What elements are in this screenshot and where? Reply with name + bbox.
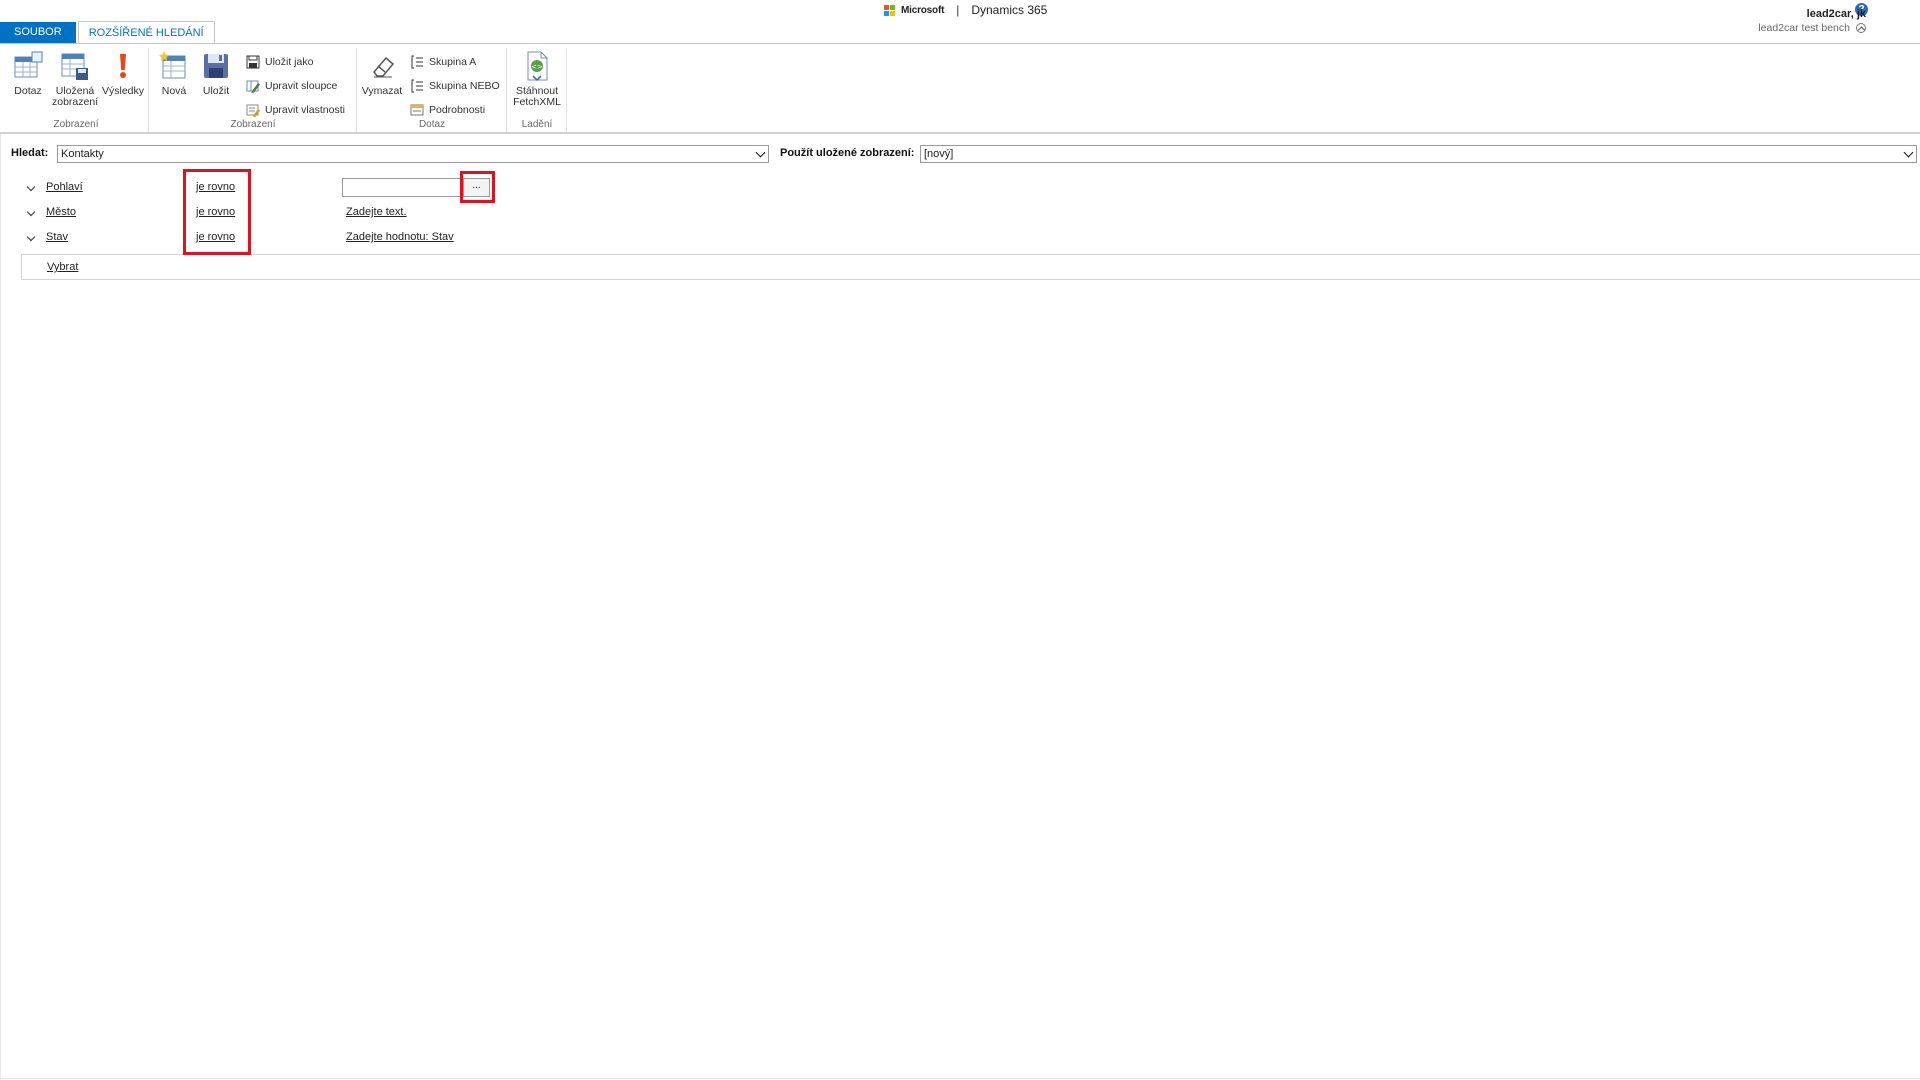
- group-ladeni: <> Stáhnout FetchXML Ladění: [508, 48, 567, 132]
- exclamation-icon: [107, 50, 139, 82]
- clear-button[interactable]: Vymazat: [360, 50, 404, 97]
- group-or-button[interactable]: Skupina NEBO: [410, 78, 500, 94]
- microsoft-logo-icon: [884, 4, 895, 16]
- save-as-label: Uložit jako: [265, 56, 314, 68]
- new-button[interactable]: Nová: [154, 50, 194, 97]
- tab-file[interactable]: SOUBOR: [0, 22, 76, 43]
- criteria-field[interactable]: Stav: [46, 231, 68, 243]
- brand-product: Dynamics 365: [971, 3, 1048, 17]
- edit-properties-icon: [246, 103, 260, 118]
- user-name[interactable]: lead2car, jk: [1758, 8, 1866, 20]
- chevron-down-icon[interactable]: [26, 182, 36, 192]
- group-or-icon: [410, 79, 424, 93]
- criteria-value[interactable]: Zadejte text.: [346, 206, 407, 218]
- saved-views-label-2: zobrazení: [52, 96, 99, 108]
- save-button[interactable]: Uložit: [196, 50, 236, 97]
- top-header: Microsoft | Dynamics 365 ? lead2car, jk …: [0, 0, 1920, 44]
- eraser-icon: [366, 50, 398, 82]
- edit-columns-icon: [246, 79, 260, 93]
- group-or-label: Skupina NEBO: [429, 80, 500, 92]
- criteria-row: Pohlaví je rovno ...: [0, 178, 1920, 197]
- group-zobrazeni-1: Dotaz Uložená zobrazení Výsledky Zobraze…: [4, 48, 149, 132]
- query-label: Dotaz: [14, 85, 42, 97]
- group-dotaz: Vymazat Skupina A Skupina NEBO Podrobnos…: [358, 48, 507, 132]
- org-name[interactable]: lead2car test bench: [1758, 22, 1850, 34]
- chevron-down-icon: [1903, 147, 1914, 158]
- ribbon-divider: [0, 132, 1920, 134]
- fetchxml-icon: <>: [521, 50, 553, 82]
- bottom-border: [0, 1078, 1920, 1079]
- collapse-icon[interactable]: [1856, 23, 1866, 33]
- group-and-icon: [410, 55, 424, 69]
- saved-views-icon: [59, 50, 91, 82]
- edit-columns-label: Upravit sloupce: [265, 80, 338, 92]
- details-button[interactable]: Podrobnosti: [410, 102, 485, 118]
- criteria-row: Město je rovno Zadejte text.: [0, 206, 1920, 222]
- details-icon: [410, 103, 424, 117]
- tab-advanced-find[interactable]: ROZŠÍŘENÉ HLEDÁNÍ: [77, 21, 215, 44]
- save-as-button[interactable]: Uložit jako: [246, 54, 313, 70]
- new-view-icon: [158, 50, 190, 82]
- group-and-label: Skupina A: [429, 56, 477, 68]
- criteria-row: Stav je rovno Zadejte hodnotu: Stav: [0, 231, 1920, 247]
- select-row: Vybrat: [21, 254, 1920, 280]
- entity-select-value: Kontakty: [61, 148, 104, 160]
- clear-label: Vymazat: [361, 85, 403, 97]
- criteria-value[interactable]: Zadejte hodnotu: Stav: [346, 231, 454, 243]
- group-label-zobrazeni-1: Zobrazení: [53, 119, 99, 130]
- query-button[interactable]: Dotaz: [6, 50, 50, 97]
- saved-view-select-value: [nový]: [924, 148, 954, 160]
- download-fetchxml-button[interactable]: <> Stáhnout FetchXML: [511, 50, 563, 108]
- highlight-operators: [183, 169, 251, 255]
- edit-properties-button[interactable]: Upravit vlastnosti: [246, 102, 345, 118]
- group-and-button[interactable]: Skupina A: [410, 54, 476, 70]
- brand: Microsoft | Dynamics 365: [884, 3, 1047, 17]
- saved-views-button[interactable]: Uložená zobrazení: [52, 50, 98, 108]
- group-label-zobrazeni-2: Zobrazení: [230, 119, 276, 130]
- lookup-input[interactable]: [342, 178, 464, 197]
- query-icon: [12, 50, 44, 82]
- criteria-field[interactable]: Město: [46, 206, 76, 218]
- chevron-down-icon[interactable]: [26, 232, 36, 242]
- ribbon: Dotaz Uložená zobrazení Výsledky Zobraze…: [0, 44, 1920, 132]
- new-label: Nová: [161, 85, 187, 97]
- save-icon: [200, 50, 232, 82]
- entity-select[interactable]: Kontakty: [57, 145, 769, 163]
- details-label: Podrobnosti: [429, 104, 486, 116]
- saved-view-label: Použít uložené zobrazení:: [780, 147, 915, 159]
- find-label: Hledat:: [11, 147, 49, 159]
- svg-text:<>: <>: [531, 63, 543, 71]
- results-label: Výsledky: [101, 85, 144, 97]
- highlight-lookup-button: [460, 171, 495, 203]
- chevron-down-icon[interactable]: [26, 207, 36, 217]
- user-info[interactable]: lead2car, jk lead2car test bench: [1758, 8, 1866, 34]
- chevron-down-icon: [755, 147, 766, 158]
- org-name-row[interactable]: lead2car test bench: [1758, 22, 1866, 34]
- ribbon-tabs: SOUBOR ROZŠÍŘENÉ HLEDÁNÍ: [0, 21, 215, 44]
- download-label-2: FetchXML: [513, 96, 561, 108]
- save-label: Uložit: [202, 85, 230, 97]
- brand-separator: |: [956, 3, 960, 17]
- edit-columns-button[interactable]: Upravit sloupce: [246, 78, 337, 94]
- save-as-icon: [246, 55, 260, 69]
- select-field-link[interactable]: Vybrat: [47, 261, 78, 273]
- brand-microsoft: Microsoft: [901, 4, 945, 16]
- group-label-dotaz: Dotaz: [418, 119, 446, 130]
- saved-view-select[interactable]: [nový]: [920, 145, 1917, 163]
- group-zobrazeni-2: Nová Uložit Uložit jako Upravit sloupce …: [150, 48, 357, 132]
- results-button[interactable]: Výsledky: [100, 50, 146, 97]
- search-row: Hledat: Kontakty Použít uložené zobrazen…: [11, 145, 1917, 163]
- edit-properties-label: Upravit vlastnosti: [265, 104, 345, 116]
- criteria-field[interactable]: Pohlaví: [46, 181, 83, 193]
- group-label-ladeni: Ladění: [521, 119, 553, 130]
- left-border: [0, 134, 1, 1080]
